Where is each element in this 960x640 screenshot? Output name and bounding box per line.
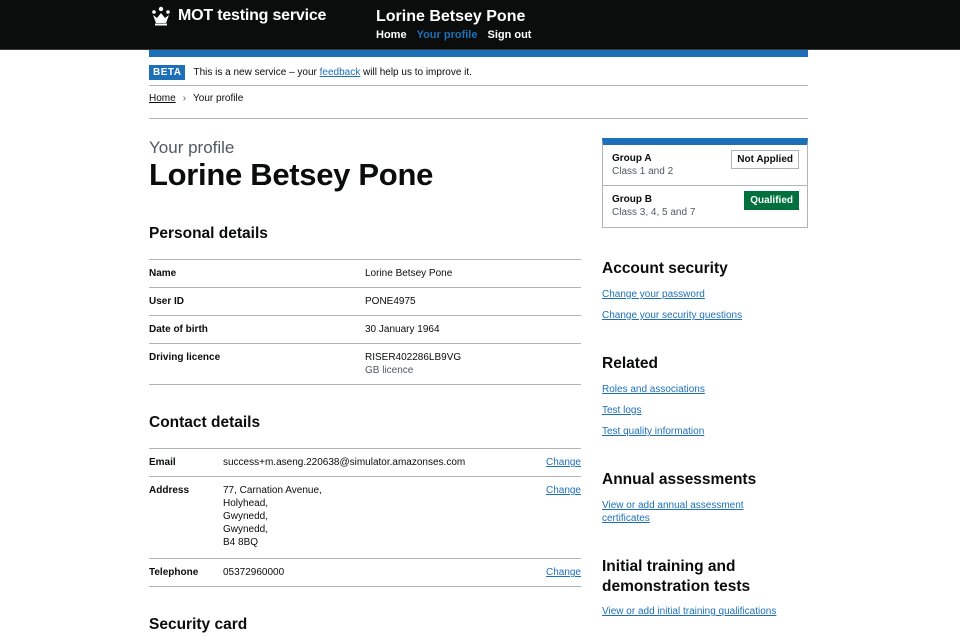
row-value: 77, Carnation Avenue, Holyhead, Gwynedd,… bbox=[223, 484, 527, 552]
header-accent-bar bbox=[149, 50, 808, 57]
qualification-group-a: Group A Class 1 and 2 Not Applied bbox=[603, 145, 807, 186]
annual-assessments-heading: Annual assessments bbox=[602, 471, 757, 488]
driving-licence-number: RISER402286LB9VG bbox=[365, 352, 462, 363]
header-nav: Home Your profile Sign out bbox=[376, 29, 531, 41]
test-quality-information-link[interactable]: Test quality information bbox=[602, 425, 704, 438]
row-key: Email bbox=[149, 457, 176, 468]
initial-training-heading: Initial training and demonstration tests bbox=[602, 557, 750, 597]
row-value: RISER402286LB9VG GB licence bbox=[365, 351, 461, 378]
chevron-right-icon: › bbox=[182, 93, 187, 104]
status-badge: Not Applied bbox=[731, 150, 799, 169]
address-line: Gwynedd, bbox=[223, 511, 269, 522]
initial-training-qualifications-link[interactable]: View or add initial training qualificati… bbox=[602, 605, 776, 618]
annual-assessment-certificates-link[interactable]: View or add annual assessment certificat… bbox=[602, 499, 808, 525]
header-bar: MOT testing service Lorine Betsey Pone H… bbox=[0, 0, 960, 50]
contact-details-heading: Contact details bbox=[149, 414, 261, 431]
address-line: Gwynedd, bbox=[223, 524, 269, 535]
breadcrumb-home[interactable]: Home bbox=[149, 93, 176, 104]
row-key: Telephone bbox=[149, 567, 199, 578]
personal-details-heading: Personal details bbox=[149, 225, 268, 242]
row-value: 30 January 1964 bbox=[365, 324, 440, 335]
test-logs-link[interactable]: Test logs bbox=[602, 404, 641, 417]
phase-banner: BETA This is a new service – your feedba… bbox=[149, 60, 808, 86]
row-key: Driving licence bbox=[149, 352, 221, 363]
page-caption: Your profile bbox=[149, 138, 235, 157]
row-value: PONE4975 bbox=[365, 296, 416, 307]
change-address-link[interactable]: Change bbox=[546, 485, 581, 496]
roles-and-associations-link[interactable]: Roles and associations bbox=[602, 383, 705, 396]
summary-row: User ID PONE4975 bbox=[149, 288, 581, 316]
driving-licence-type: GB licence bbox=[365, 365, 414, 376]
heading-line: Initial training and bbox=[602, 558, 736, 575]
heading-line: demonstration tests bbox=[602, 578, 751, 595]
summary-row: Address 77, Carnation Avenue, Holyhead, … bbox=[149, 477, 581, 559]
row-value: success+m.aseng.220638@simulator.amazons… bbox=[223, 457, 466, 468]
nav-home[interactable]: Home bbox=[376, 29, 407, 41]
address-line: 77, Carnation Avenue, bbox=[223, 485, 322, 496]
summary-row: Date of birth 30 January 1964 bbox=[149, 316, 581, 344]
address-line: Holyhead, bbox=[223, 498, 269, 509]
row-key: Address bbox=[149, 485, 190, 496]
phase-text-before: This is a new service – your bbox=[193, 67, 317, 78]
qualification-group-b: Group B Class 3, 4, 5 and 7 Qualified bbox=[603, 186, 807, 227]
service-name: MOT testing service bbox=[178, 7, 327, 24]
phase-text-after: will help us to improve it. bbox=[363, 67, 472, 78]
breadcrumb-current: Your profile bbox=[193, 93, 244, 104]
change-security-questions-link[interactable]: Change your security questions bbox=[602, 309, 742, 322]
nav-your-profile[interactable]: Your profile bbox=[417, 29, 478, 41]
row-key: Name bbox=[149, 268, 177, 279]
change-email-link[interactable]: Change bbox=[546, 457, 581, 468]
summary-row: Email success+m.aseng.220638@simulator.a… bbox=[149, 449, 581, 477]
summary-row: Telephone 05372960000 Change bbox=[149, 559, 581, 587]
nav-sign-out[interactable]: Sign out bbox=[487, 29, 531, 41]
personal-details-list: Name Lorine Betsey Pone User ID PONE4975… bbox=[149, 259, 581, 385]
account-security-heading: Account security bbox=[602, 260, 728, 277]
link-line: certificates bbox=[602, 513, 650, 524]
feedback-link[interactable]: feedback bbox=[320, 67, 361, 78]
header-user-name: Lorine Betsey Pone bbox=[376, 8, 526, 25]
address-line: B4 8BQ bbox=[223, 537, 259, 548]
link-line: View or add annual assessment bbox=[602, 500, 744, 511]
service-brand[interactable]: MOT testing service bbox=[149, 6, 326, 26]
row-value: 05372960000 bbox=[223, 567, 285, 578]
contact-details-list: Email success+m.aseng.220638@simulator.a… bbox=[149, 448, 581, 587]
row-value: Lorine Betsey Pone bbox=[365, 268, 453, 279]
related-heading: Related bbox=[602, 355, 658, 372]
page-title: Lorine Betsey Pone bbox=[149, 157, 434, 192]
change-password-link[interactable]: Change your password bbox=[602, 288, 705, 301]
row-key: User ID bbox=[149, 296, 185, 307]
breadcrumb: Home › Your profile bbox=[149, 93, 808, 119]
security-card-heading: Security card bbox=[149, 616, 248, 633]
qualification-status-panel: Group A Class 1 and 2 Not Applied Group … bbox=[602, 138, 808, 228]
row-key: Date of birth bbox=[149, 324, 208, 335]
status-badge: Qualified bbox=[744, 191, 799, 210]
change-telephone-link[interactable]: Change bbox=[546, 567, 581, 578]
summary-row: Name Lorine Betsey Pone bbox=[149, 260, 581, 288]
summary-row: Driving licence RISER402286LB9VG GB lice… bbox=[149, 344, 581, 385]
crown-icon bbox=[152, 6, 170, 26]
beta-tag: BETA bbox=[149, 65, 186, 80]
